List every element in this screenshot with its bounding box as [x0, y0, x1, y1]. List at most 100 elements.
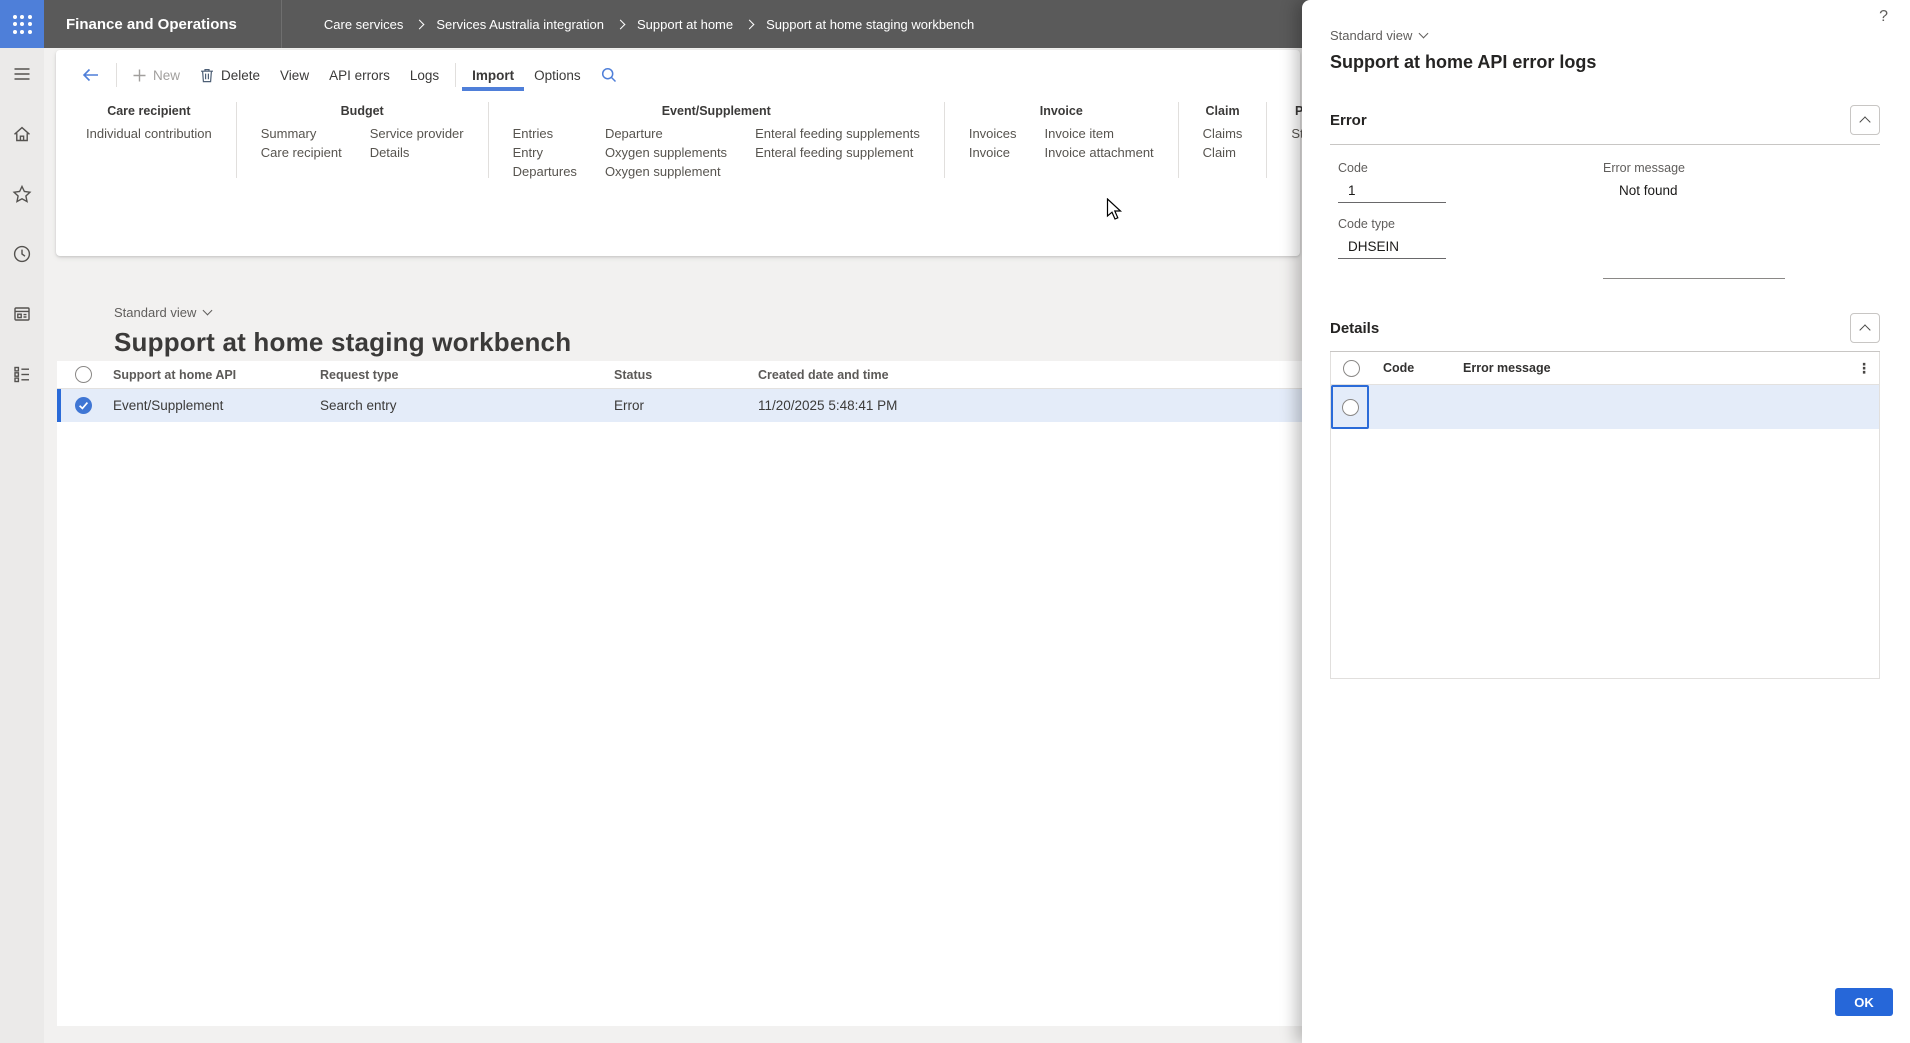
details-row-checkbox-cell[interactable] — [1331, 385, 1369, 429]
group-title: Budget — [261, 104, 464, 118]
error-fields-right-column: Error message Not found — [1595, 161, 1880, 279]
clock-icon[interactable] — [12, 244, 32, 264]
link-invoice-item[interactable]: Invoice item — [1045, 128, 1154, 140]
link-oxygen-supplements[interactable]: Oxygen supplements — [605, 147, 727, 159]
options-button[interactable]: Options — [524, 59, 591, 91]
left-sidebar — [0, 48, 44, 1043]
star-icon[interactable] — [12, 184, 32, 204]
action-pane: New Delete View API errors Logs Import O… — [56, 50, 1300, 256]
delete-button-label: Delete — [221, 68, 260, 83]
group-title: Claim — [1203, 104, 1243, 118]
new-button-label: New — [153, 68, 180, 83]
link-departure[interactable]: Departure — [605, 128, 727, 140]
link-departures[interactable]: Departures — [513, 166, 577, 178]
chevron-right-icon — [616, 19, 626, 29]
column-header-support-at-home-api[interactable]: Support at home API — [105, 368, 312, 382]
chevron-up-icon — [1859, 116, 1870, 127]
logs-button[interactable]: Logs — [400, 59, 449, 91]
error-message-value: Not found — [1603, 183, 1880, 198]
app-launcher-button[interactable] — [0, 0, 44, 48]
import-tab-button[interactable]: Import — [462, 59, 524, 91]
code-type-label: Code type — [1338, 217, 1595, 231]
link-invoice-attachment[interactable]: Invoice attachment — [1045, 147, 1154, 159]
help-icon[interactable]: ? — [1879, 8, 1888, 26]
code-input[interactable]: 1 — [1338, 183, 1446, 203]
breadcrumb-support-at-home-staging-workbench[interactable]: Support at home staging workbench — [766, 17, 974, 32]
cell-created-date: 11/20/2025 5:48:41 PM — [750, 398, 1302, 413]
empty-field-input[interactable] — [1603, 278, 1785, 279]
details-select-all-checkbox[interactable] — [1343, 360, 1360, 377]
link-claims[interactable]: Claims — [1203, 128, 1243, 140]
cell-status: Error — [606, 398, 750, 413]
panel-view-selector-label: Standard view — [1330, 28, 1412, 43]
home-icon[interactable] — [12, 124, 32, 144]
details-column-header-error-message[interactable]: Error message — [1461, 361, 1849, 375]
error-section-collapse-button[interactable] — [1850, 105, 1880, 135]
link-service-provider[interactable]: Service provider — [370, 128, 464, 140]
link-entry[interactable]: Entry — [513, 147, 577, 159]
back-arrow-icon — [82, 68, 100, 82]
breadcrumb-care-services[interactable]: Care services — [324, 17, 403, 32]
ribbon-groups: Care recipient Individual contribution B… — [56, 96, 1300, 178]
trash-icon — [200, 68, 214, 83]
link-details[interactable]: Details — [370, 147, 464, 159]
details-section-title: Details — [1330, 320, 1379, 337]
details-grid: Code Error message ⋮ — [1330, 352, 1880, 679]
link-invoices[interactable]: Invoices — [969, 128, 1017, 140]
ok-button[interactable]: OK — [1835, 988, 1893, 1016]
link-individual-contribution[interactable]: Individual contribution — [86, 128, 212, 140]
ribbon-group-care-recipient: Care recipient Individual contribution — [62, 102, 236, 178]
action-toolbar: New Delete View API errors Logs Import O… — [56, 50, 1300, 96]
row-checked-icon[interactable] — [75, 397, 92, 414]
error-logs-flyout-panel: ? Standard view Support at home API erro… — [1302, 0, 1910, 1043]
delete-button[interactable]: Delete — [190, 59, 270, 91]
details-row-checkbox[interactable] — [1342, 399, 1359, 416]
link-oxygen-supplement[interactable]: Oxygen supplement — [605, 166, 727, 178]
panel-title: Support at home API error logs — [1330, 52, 1880, 73]
toolbar-divider — [116, 63, 117, 87]
breadcrumb-services-australia-integration[interactable]: Services Australia integration — [436, 17, 604, 32]
more-options-icon[interactable]: ⋮ — [1849, 360, 1879, 377]
details-section-collapse-button[interactable] — [1850, 313, 1880, 343]
ribbon-group-budget: Budget Summary Care recipient Service pr… — [236, 102, 488, 178]
view-selector[interactable]: Standard view — [114, 305, 571, 320]
details-column-header-code[interactable]: Code — [1371, 361, 1461, 375]
link-enteral-feeding-supplements[interactable]: Enteral feeding supplements — [755, 128, 920, 140]
column-header-status[interactable]: Status — [606, 368, 750, 382]
workspace-icon[interactable] — [12, 304, 32, 324]
link-care-recipient[interactable]: Care recipient — [261, 147, 342, 159]
cell-request-type: Search entry — [312, 398, 606, 413]
search-button[interactable] — [591, 59, 627, 91]
product-title: Finance and Operations — [44, 16, 281, 33]
code-type-input[interactable]: DHSEIN — [1338, 239, 1446, 259]
link-invoice[interactable]: Invoice — [969, 147, 1017, 159]
link-entries[interactable]: Entries — [513, 128, 577, 140]
breadcrumb-support-at-home[interactable]: Support at home — [637, 17, 733, 32]
breadcrumb: Care services Services Australia integra… — [282, 17, 974, 32]
ribbon-group-invoice: Invoice Invoices Invoice Invoice item In… — [944, 102, 1178, 178]
details-table-row[interactable] — [1331, 385, 1879, 429]
column-header-created-date-and-time[interactable]: Created date and time — [750, 368, 1302, 382]
table-row[interactable]: Event/Supplement Search entry Error 11/2… — [57, 389, 1302, 422]
link-summary[interactable]: Summary — [261, 128, 342, 140]
group-title: Care recipient — [86, 104, 212, 118]
hamburger-menu-icon[interactable] — [12, 64, 32, 84]
chevron-right-icon — [745, 19, 755, 29]
new-button[interactable]: New — [123, 59, 190, 91]
panel-view-selector[interactable]: Standard view — [1330, 28, 1880, 43]
view-button[interactable]: View — [270, 59, 319, 91]
link-claim[interactable]: Claim — [1203, 147, 1243, 159]
group-title: Invoice — [969, 104, 1154, 118]
select-all-checkbox[interactable] — [75, 366, 92, 383]
column-header-request-type[interactable]: Request type — [312, 368, 606, 382]
back-button[interactable] — [72, 59, 110, 91]
toolbar-divider — [455, 63, 456, 87]
link-enteral-feeding-supplement[interactable]: Enteral feeding supplement — [755, 147, 920, 159]
api-errors-button[interactable]: API errors — [319, 59, 400, 91]
details-grid-header: Code Error message ⋮ — [1331, 352, 1879, 385]
page-title: Support at home staging workbench — [114, 327, 571, 358]
error-section-title: Error — [1330, 112, 1367, 129]
waffle-icon — [13, 15, 32, 34]
search-icon — [601, 67, 617, 83]
modules-list-icon[interactable] — [12, 364, 32, 384]
